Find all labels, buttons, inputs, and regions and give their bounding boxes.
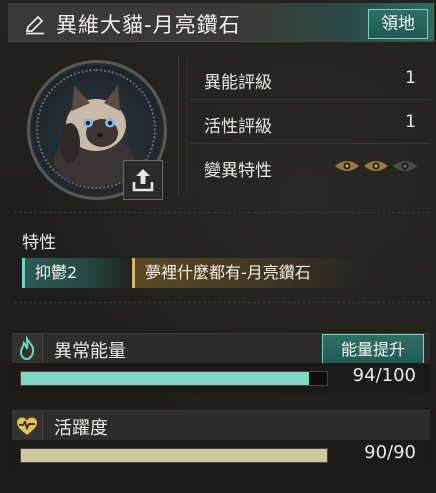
activity-icon-box (12, 411, 43, 441)
energy-icon-box (12, 334, 43, 364)
divider (14, 212, 430, 213)
divider (190, 143, 430, 144)
energy-value: 94/100 (352, 365, 416, 386)
energy-bar-fill (21, 372, 309, 385)
stat-row-activity-rating: 活性評級 1 (190, 108, 430, 138)
mutation-eyes (334, 158, 418, 174)
eye-icon (364, 161, 388, 171)
activity-bar-fill (21, 449, 327, 462)
activity-value: 90/90 (364, 442, 416, 463)
energy-label: 異常能量 (54, 341, 126, 362)
share-button[interactable] (123, 160, 163, 200)
territory-button[interactable]: 領地 (368, 9, 428, 39)
stat-value: 1 (405, 112, 416, 132)
energy-bar-track (20, 371, 328, 386)
trait-chip-moon-diamond[interactable]: 夢裡什麼都有-月亮鑽石 (132, 258, 365, 288)
energy-boost-button[interactable]: 能量提升 (322, 334, 424, 366)
activity-section-header: 活躍度 (12, 410, 430, 441)
header-bar: 異維大貓-月亮鑽石 領地 (8, 3, 434, 42)
pet-info-panel: 異維大貓-月亮鑽石 領地 異能評級 1 活性評級 1 變異特性 特性 抑鬱2 夢… (0, 0, 436, 493)
divider (178, 56, 179, 194)
stat-row-mutation-traits: 變異特性 (190, 152, 430, 182)
activity-bar-track (20, 448, 328, 463)
divider (190, 99, 430, 100)
flame-icon (19, 335, 35, 361)
energy-section-header: 異常能量 能量提升 (12, 333, 430, 366)
stat-row-ability-rating: 異能評級 1 (190, 64, 430, 94)
stat-label: 異能評級 (204, 73, 272, 93)
divider (14, 302, 430, 303)
activity-bar-row: 90/90 (12, 440, 430, 470)
stat-value: 1 (405, 68, 416, 88)
eye-icon (393, 161, 417, 171)
energy-bar-row: 94/100 (12, 363, 430, 393)
pencil-icon[interactable] (24, 13, 46, 35)
stat-label: 活性評級 (204, 117, 272, 137)
divider (186, 56, 187, 194)
heartbeat-icon (17, 417, 37, 435)
eye-icon (335, 161, 359, 171)
upload-icon (132, 169, 154, 192)
trait-chip-depression[interactable]: 抑鬱2 (22, 258, 131, 288)
traits-title: 特性 (22, 233, 56, 253)
stat-label: 變異特性 (204, 161, 272, 181)
pet-name-title: 異維大貓-月亮鑽石 (56, 13, 241, 37)
activity-label: 活躍度 (54, 418, 108, 439)
